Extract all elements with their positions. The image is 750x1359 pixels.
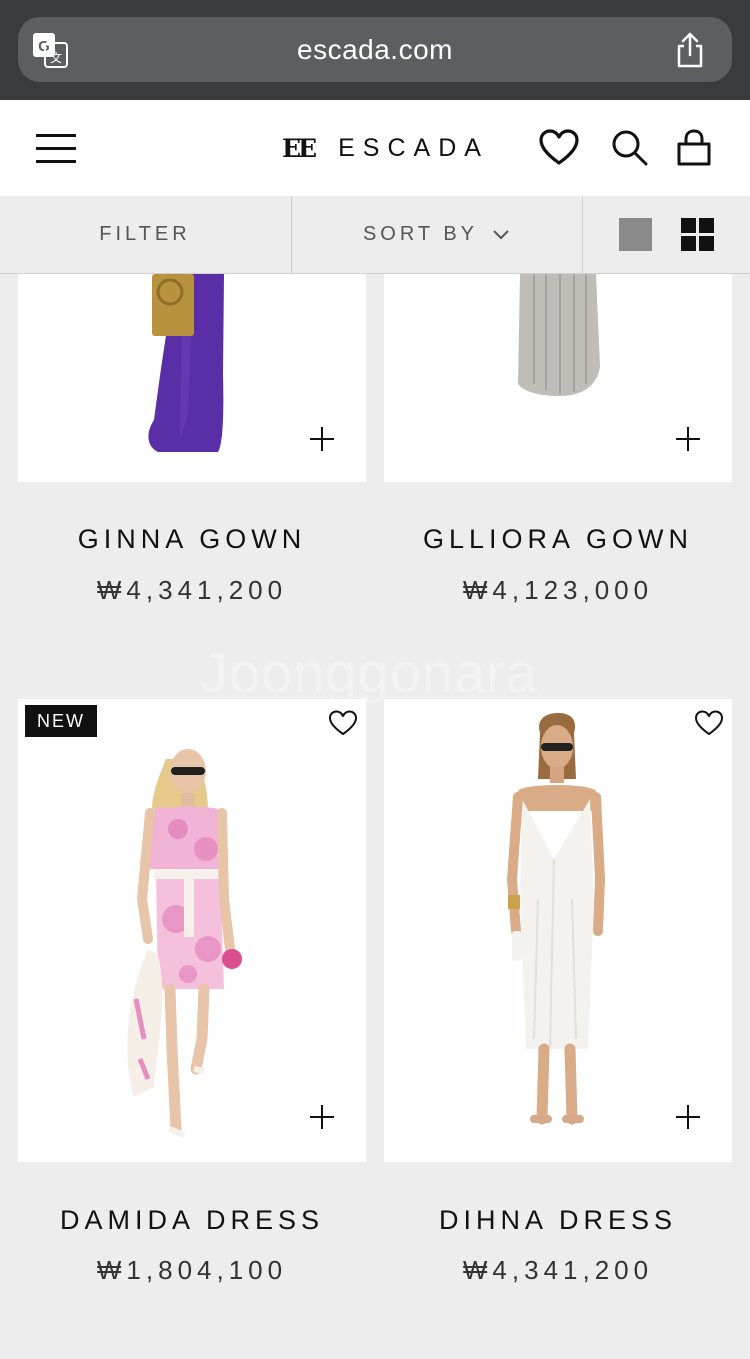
add-to-cart-icon[interactable] — [310, 427, 334, 451]
url-text[interactable]: escada.com — [18, 17, 732, 82]
product-name[interactable]: GINNA GOWN — [18, 524, 366, 555]
browser-toolbar: G 文 escada.com — [0, 0, 750, 100]
wishlist-heart-icon[interactable] — [539, 128, 579, 168]
share-icon[interactable] — [674, 31, 706, 69]
filter-button[interactable]: FILTER — [0, 196, 290, 273]
product-price: ₩4,123,000 — [462, 575, 654, 605]
add-to-cart-icon[interactable] — [310, 1105, 334, 1129]
chevron-down-icon — [493, 229, 509, 239]
product-name[interactable]: GLLIORA GOWN — [384, 524, 732, 555]
grid-view-icon[interactable] — [681, 218, 714, 251]
new-badge: NEW — [25, 705, 97, 737]
product-image — [506, 713, 606, 1125]
wishlist-heart-icon[interactable] — [329, 710, 357, 736]
single-column-view-icon[interactable] — [619, 218, 652, 251]
product-price: ₩1,804,100 — [96, 1255, 288, 1285]
watermark-text: Joonggonara — [200, 641, 538, 704]
escada-logo[interactable]: EE ESCADA — [282, 130, 489, 166]
product-image — [127, 749, 242, 1138]
wishlist-heart-icon[interactable] — [695, 710, 723, 736]
product-card-dihna-dress[interactable] — [384, 699, 732, 1162]
search-icon[interactable] — [610, 128, 650, 168]
sort-label: SORT BY — [362, 223, 479, 245]
filter-label: FILTER — [99, 223, 191, 245]
product-card-glliora-gown[interactable] — [384, 274, 732, 482]
product-card-damida-dress[interactable] — [18, 699, 366, 1162]
product-name[interactable]: DIHNA DRESS — [384, 1205, 732, 1236]
sort-by-button[interactable]: SORT BY — [292, 196, 581, 273]
menu-icon[interactable] — [36, 134, 76, 164]
add-to-cart-icon[interactable] — [676, 1105, 700, 1129]
logo-mark: EE — [282, 133, 317, 163]
product-price: ₩4,341,200 — [96, 575, 288, 605]
shopping-bag-icon[interactable] — [674, 128, 714, 168]
filter-sort-bar: FILTER SORT BY — [0, 196, 750, 274]
product-price: ₩4,341,200 — [462, 1255, 654, 1285]
address-bar[interactable]: G 文 escada.com — [18, 17, 732, 82]
product-card-ginna-gown[interactable] — [18, 274, 366, 482]
site-header: EE ESCADA — [0, 100, 750, 197]
divider — [582, 196, 583, 273]
logo-text: ESCADA — [338, 133, 489, 162]
product-name[interactable]: DAMIDA DRESS — [18, 1205, 366, 1236]
add-to-cart-icon[interactable] — [676, 427, 700, 451]
